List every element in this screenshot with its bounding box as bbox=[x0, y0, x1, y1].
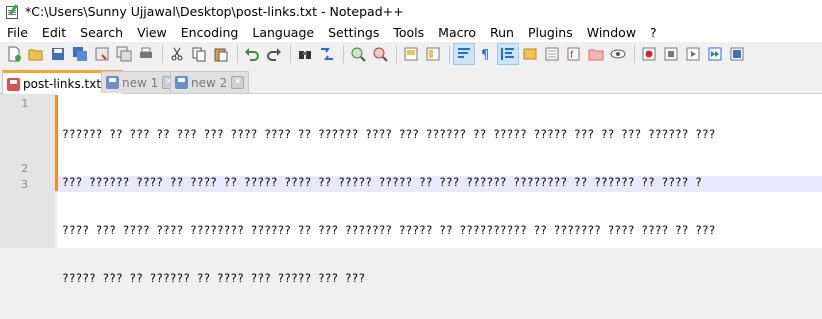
run-macro-multiple-icon[interactable] bbox=[705, 44, 725, 64]
line-number-gutter: 1 2 3 bbox=[0, 94, 55, 248]
menu-tools[interactable]: Tools bbox=[386, 25, 431, 40]
tab-label: new 2 bbox=[191, 75, 228, 90]
save-icon[interactable] bbox=[48, 44, 68, 64]
line-number: 2 bbox=[21, 162, 28, 175]
toolbar: ¶ f bbox=[0, 42, 822, 66]
saved-file-icon bbox=[175, 76, 188, 89]
toolbar-separator bbox=[343, 45, 344, 63]
toolbar-separator bbox=[634, 45, 635, 63]
text-line: ???? ??? ???? ???? ???????? ?????? ?? ??… bbox=[62, 224, 716, 237]
doc-map-icon[interactable] bbox=[542, 44, 562, 64]
tab-new-1[interactable]: new 1 ✕ bbox=[101, 71, 181, 93]
paste-icon[interactable] bbox=[211, 44, 231, 64]
notepad-plus-plus-icon bbox=[5, 4, 19, 19]
svg-text:¶: ¶ bbox=[481, 48, 489, 62]
toolbar-separator bbox=[162, 45, 163, 63]
title-bar: *C:\Users\Sunny Ujjawal\Desktop\post-lin… bbox=[0, 0, 822, 22]
tab-new-2[interactable]: new 2 ✕ bbox=[170, 71, 250, 93]
menu-settings[interactable]: Settings bbox=[321, 25, 386, 40]
menu-view[interactable]: View bbox=[130, 25, 174, 40]
close-all-icon[interactable] bbox=[114, 44, 134, 64]
menu-language[interactable]: Language bbox=[245, 25, 321, 40]
menu-macro[interactable]: Macro bbox=[431, 25, 483, 40]
save-macro-icon[interactable] bbox=[727, 44, 747, 64]
zoom-in-icon[interactable] bbox=[348, 44, 368, 64]
menu-encoding[interactable]: Encoding bbox=[174, 25, 246, 40]
unsaved-file-icon bbox=[7, 77, 20, 91]
menu-window[interactable]: Window bbox=[580, 25, 643, 40]
menu-edit[interactable]: Edit bbox=[35, 25, 73, 40]
play-macro-icon[interactable] bbox=[683, 44, 703, 64]
menu-search[interactable]: Search bbox=[73, 25, 130, 40]
undo-icon[interactable] bbox=[242, 44, 262, 64]
new-file-icon[interactable] bbox=[4, 44, 24, 64]
folder-workspace-icon[interactable] bbox=[586, 44, 606, 64]
tab-label: new 1 bbox=[122, 75, 159, 90]
tab-label: post-links.txt bbox=[23, 77, 102, 91]
close-icon[interactable]: ✕ bbox=[231, 76, 245, 89]
menu-bar: File Edit Search View Encoding Language … bbox=[0, 22, 822, 42]
menu-help[interactable]: ? bbox=[643, 25, 664, 40]
function-list-icon[interactable]: f bbox=[564, 44, 584, 64]
toolbar-separator bbox=[449, 45, 450, 63]
cut-icon[interactable] bbox=[167, 44, 187, 64]
toolbar-separator bbox=[290, 45, 291, 63]
tab-bar: post-links.txt ✕ new 1 ✕ new 2 ✕ bbox=[0, 68, 822, 95]
text-line: ??? ?????? ???? ?? ???? ?? ????? ???? ??… bbox=[62, 176, 702, 189]
menu-run[interactable]: Run bbox=[483, 25, 521, 40]
indent-guide-icon[interactable] bbox=[497, 43, 519, 65]
record-macro-icon[interactable] bbox=[639, 44, 659, 64]
svg-text:f: f bbox=[570, 50, 574, 61]
menu-file[interactable]: File bbox=[0, 25, 35, 40]
print-icon[interactable] bbox=[136, 44, 156, 64]
toolbar-separator bbox=[396, 45, 397, 63]
menu-plugins[interactable]: Plugins bbox=[521, 25, 580, 40]
editor-area[interactable]: 1 2 3 ?????? ?? ??? ?? ??? ??? ???? ????… bbox=[0, 94, 822, 285]
redo-icon[interactable] bbox=[264, 44, 284, 64]
toolbar-separator bbox=[237, 45, 238, 63]
text-content[interactable]: ?????? ?? ??? ?? ??? ??? ???? ???? ?? ??… bbox=[62, 95, 822, 319]
zoom-out-icon[interactable] bbox=[370, 44, 390, 64]
close-icon[interactable] bbox=[92, 44, 112, 64]
stop-recording-icon[interactable] bbox=[661, 44, 681, 64]
text-line: ????? ??? ?? ?????? ?? ???? ??? ????? ??… bbox=[62, 272, 366, 285]
monitoring-icon[interactable] bbox=[608, 44, 628, 64]
sync-horizontal-icon[interactable] bbox=[423, 44, 443, 64]
find-icon[interactable] bbox=[295, 44, 315, 64]
line-number: 1 bbox=[21, 97, 28, 110]
save-all-icon[interactable] bbox=[70, 44, 90, 64]
word-wrap-icon[interactable] bbox=[453, 43, 475, 65]
line-number: 3 bbox=[21, 178, 28, 191]
open-file-icon[interactable] bbox=[26, 44, 46, 64]
copy-icon[interactable] bbox=[189, 44, 209, 64]
sync-vertical-icon[interactable] bbox=[401, 44, 421, 64]
text-line: ?????? ?? ??? ?? ??? ??? ???? ???? ?? ??… bbox=[62, 128, 716, 141]
show-all-characters-icon[interactable]: ¶ bbox=[476, 44, 496, 64]
window-title: *C:\Users\Sunny Ujjawal\Desktop\post-lin… bbox=[25, 3, 404, 19]
udl-icon[interactable] bbox=[520, 44, 540, 64]
saved-file-icon bbox=[106, 76, 119, 89]
replace-icon[interactable] bbox=[317, 44, 337, 64]
